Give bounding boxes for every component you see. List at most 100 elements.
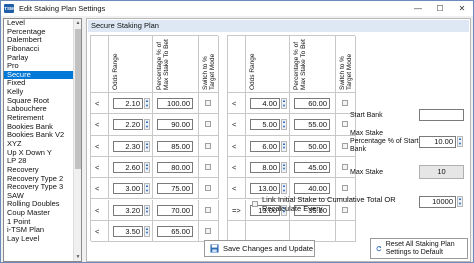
left-odds-table-grid: Odds Range Percentage % of Max Stake To B… [90, 35, 219, 243]
recalculate-every-stepper[interactable]: ▲ ▼ [457, 196, 463, 207]
reset-defaults-button[interactable]: Reset All Staking Plan Settings to Defau… [370, 238, 468, 259]
minimize-icon[interactable]: — [407, 1, 429, 16]
scroll-up-icon[interactable]: ▲ [74, 19, 81, 27]
table-cell [91, 178, 109, 200]
odds-range-stepper[interactable]: ▲ ▼ [144, 183, 150, 195]
switch-target-checkbox[interactable] [342, 100, 348, 106]
odds-range-header: Odds Range [112, 53, 119, 91]
comparison-operator: => [232, 205, 241, 215]
plan-list-item[interactable]: Lay Level [4, 234, 81, 244]
max-stake-pct-stepper[interactable]: ▲ ▼ [457, 136, 463, 147]
odds-range-input[interactable]: 2.10 [113, 98, 143, 109]
odds-range-stepper[interactable]: ▲ ▼ [144, 225, 150, 237]
percentage-input[interactable]: 70.00 [157, 204, 193, 216]
percentage-header: Percentage % of Max Stake To Bet [156, 39, 170, 90]
staking-plan-panel: Secure Staking Plan Odds Range Percentage… [86, 18, 471, 262]
odds-range-input[interactable]: 13.00 [250, 183, 280, 195]
start-bank-field[interactable] [419, 109, 464, 121]
odds-range-input[interactable]: 6.00 [250, 140, 280, 152]
save-changes-button[interactable]: Save Changes and Update [204, 240, 315, 257]
percentage-input[interactable]: 90.00 [157, 119, 193, 131]
percentage-input[interactable]: 50.00 [294, 140, 330, 152]
odds-range-stepper[interactable]: ▲ ▼ [144, 98, 150, 109]
switch-target-checkbox[interactable] [205, 206, 211, 213]
table-cell [91, 156, 109, 179]
percentage-input[interactable]: 60.00 [294, 98, 330, 109]
table-cell [228, 114, 246, 136]
odds-range-stepper[interactable]: ▲ ▼ [144, 161, 150, 173]
table-cell [91, 114, 109, 136]
odds-range-stepper[interactable]: ▲ ▼ [281, 98, 287, 109]
window-title: Edit Staking Plan Settings [19, 4, 106, 13]
table-cell [246, 220, 290, 243]
percentage-input[interactable]: 40.00 [294, 183, 330, 195]
odds-range-stepper[interactable]: ▲ ▼ [144, 204, 150, 216]
odds-range-stepper[interactable]: ▲ ▼ [144, 140, 150, 152]
max-stake-pct-field[interactable]: 10.00 [419, 136, 456, 148]
odds-range-input[interactable]: 2.30 [113, 140, 143, 152]
panel-title: Secure Staking Plan [88, 20, 469, 32]
comparison-operator: < [232, 162, 237, 172]
percentage-input[interactable]: 45.00 [294, 161, 330, 173]
percentage-input[interactable]: 65.00 [157, 225, 193, 237]
table-cell [91, 135, 109, 157]
table-cell [228, 220, 246, 243]
switch-target-checkbox[interactable] [205, 185, 211, 192]
odds-range-stepper[interactable]: ▲ ▼ [144, 119, 150, 131]
switch-target-checkbox[interactable] [342, 121, 348, 128]
recalculate-every-field[interactable]: 10000 [419, 196, 456, 208]
percentage-input[interactable]: 100.00 [157, 98, 193, 109]
odds-range-input[interactable]: 3.00 [113, 183, 143, 195]
odds-range-input[interactable]: 8.00 [250, 161, 280, 173]
odds-range-input[interactable]: 5.00 [250, 119, 280, 131]
maximize-icon[interactable]: ☐ [429, 1, 451, 16]
switch-target-checkbox[interactable] [342, 163, 348, 170]
start-bank-label: Start Bank [350, 112, 383, 119]
percentage-input[interactable]: 85.00 [157, 140, 193, 152]
scroll-down-icon[interactable]: ▼ [74, 253, 81, 261]
comparison-operator: < [232, 99, 237, 108]
table-cell [228, 156, 246, 179]
odds-range-stepper[interactable]: ▲ ▼ [281, 119, 287, 131]
max-stake-field: 10 [419, 165, 464, 179]
odds-range-stepper[interactable]: ▲ ▼ [281, 183, 287, 195]
odds-range-input[interactable]: 2.20 [113, 119, 143, 131]
reset-icon [376, 246, 382, 252]
table-cell [91, 220, 109, 243]
switch-target-checkbox[interactable] [205, 121, 211, 128]
comparison-operator: < [95, 226, 100, 236]
switch-target-checkbox[interactable] [342, 142, 348, 149]
table-cell [290, 220, 336, 243]
plan-list-scrollbar[interactable]: ▲ ▼ [73, 19, 81, 261]
comparison-operator: < [95, 162, 100, 172]
comparison-operator: < [232, 141, 237, 151]
save-changes-label: Save Changes and Update [223, 244, 314, 253]
reset-defaults-label: Reset All Staking Plan Settings to Defau… [385, 240, 455, 256]
switch-target-checkbox[interactable] [205, 227, 211, 234]
app-logo-icon: TSM [4, 4, 14, 13]
odds-range-input[interactable]: 3.20 [113, 204, 143, 216]
percentage-input[interactable]: 55.00 [294, 119, 330, 131]
odds-range-stepper[interactable]: ▲ ▼ [281, 140, 287, 152]
odds-range-input[interactable]: 4.00 [250, 98, 280, 109]
percentage-input[interactable]: 75.00 [157, 183, 193, 195]
scrollbar-thumb[interactable] [75, 29, 81, 169]
close-icon[interactable]: ✕ [451, 1, 473, 16]
max-stake-label: Max Stake [350, 169, 384, 176]
save-icon [210, 244, 219, 253]
switch-target-checkbox[interactable] [205, 163, 211, 170]
odds-range-stepper[interactable]: ▲ ▼ [281, 161, 287, 173]
table-cell [228, 178, 246, 200]
max-stake-pct-label: Max Stake Percentage % of Start Bank [350, 130, 419, 153]
switch-target-checkbox[interactable] [205, 100, 211, 106]
comparison-operator: < [232, 120, 237, 130]
switch-target-checkbox[interactable] [342, 185, 348, 192]
table-cell [228, 36, 246, 93]
link-initial-stake-checkbox[interactable] [252, 201, 258, 207]
odds-range-input[interactable]: 2.60 [113, 161, 143, 173]
switch-target-checkbox[interactable] [205, 142, 211, 149]
percentage-input[interactable]: 80.00 [157, 161, 193, 173]
title-bar: TSM Edit Staking Plan Settings — ☐ ✕ [1, 1, 473, 16]
odds-range-input[interactable]: 3.50 [113, 225, 143, 237]
staking-plan-list[interactable]: Level Percentage Dalembert Fibonacci Parlay P… [3, 18, 82, 262]
